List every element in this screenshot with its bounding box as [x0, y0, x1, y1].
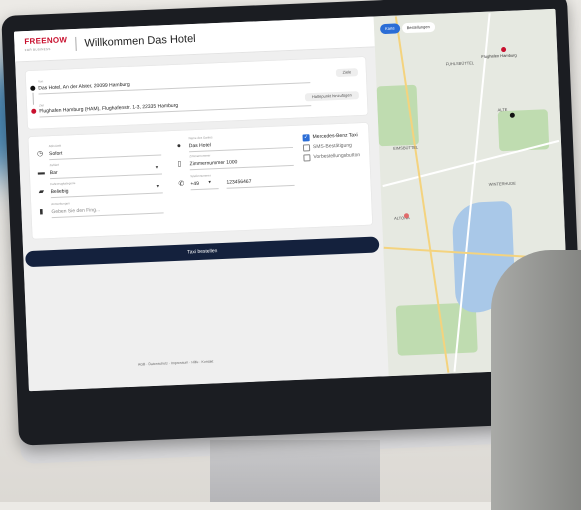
map-label: EIMSBÜTTEL [393, 144, 419, 151]
map-label: Flughafen Hamburg [481, 52, 517, 59]
map-label: FUHLSBÜTTEL [445, 60, 475, 67]
notes-label: Anmerkungen [51, 201, 70, 207]
time-underline [49, 154, 162, 161]
page-title: Willkommen Das Hotel [84, 32, 196, 50]
map-label: WINTERHUDE [488, 180, 516, 187]
mercedes-checkbox[interactable]: ✓ [302, 134, 310, 142]
time-field[interactable]: Sofort [49, 151, 63, 158]
header-divider [75, 36, 77, 51]
destination-pin-icon[interactable] [500, 46, 507, 53]
notes-field[interactable]: Geben Sie den Fing... [51, 207, 100, 215]
sms-option-label: SMS-Bestätigung [312, 142, 353, 151]
door-icon: ▯ [177, 160, 182, 168]
preorder-option-label: Vorbestellungsbutton [313, 152, 361, 161]
phone-prefix-select[interactable]: +49 [190, 181, 199, 187]
from-label: Von [37, 79, 44, 84]
details-card: ◷ Abholzeit Sofort ▬ Zahlart Bar ▾ ▰ Fah… [28, 122, 373, 239]
room-field[interactable]: Zimmernummer 1000 [189, 159, 237, 167]
brand-logo[interactable]: FREENOW FOR BUSINESS [24, 35, 68, 54]
car-icon: ▰ [38, 188, 45, 196]
payment-underline [50, 173, 163, 180]
wallet-icon: ▬ [37, 169, 45, 177]
vehicle-chevron-down-icon[interactable]: ▾ [156, 184, 159, 191]
route-connector [32, 92, 34, 105]
bookmark-icon: ▮ [39, 208, 44, 216]
time-label: Abholzeit [48, 143, 62, 149]
vehicle-label: Fahrzeugkategorie [50, 181, 76, 187]
origin-dot-icon [30, 85, 36, 91]
order-taxi-button[interactable]: Taxi bestellen [25, 236, 380, 268]
sms-checkbox[interactable] [302, 144, 311, 152]
room-label: Zimmernummer [189, 153, 211, 159]
preorder-checkbox[interactable] [303, 154, 311, 162]
tab-orders[interactable]: Bestellungen [401, 21, 435, 34]
phone-label: Telefonnummer [190, 173, 211, 179]
add-stop-button[interactable]: Haltepunkt hinzufügen [304, 91, 360, 102]
screen: FREENOW FOR BUSINESS Willkommen Das Hote… [13, 8, 571, 392]
vehicle-select[interactable]: Beliebig [51, 188, 69, 195]
monitor-stand [210, 440, 380, 502]
guest-label: Name des Gastes [188, 135, 213, 141]
payment-chevron-down-icon[interactable]: ▾ [156, 165, 159, 172]
to-label: Ziel [38, 103, 44, 108]
payment-select[interactable]: Bar [50, 170, 58, 176]
guest-field[interactable]: Das Hotel [189, 142, 211, 149]
destination-dot-icon [31, 108, 37, 114]
phone-icon: ✆ [178, 180, 185, 188]
map-label: ALTE [497, 106, 508, 113]
map-tabs: Karte Bestellungen [379, 21, 435, 35]
person-foreground [491, 250, 581, 510]
phone-underline [226, 184, 295, 189]
footer-links[interactable]: AGB · Datenschutz · Impressum · Hilfe · … [138, 359, 214, 366]
tab-map[interactable]: Karte [379, 23, 400, 35]
person-icon: ● [176, 142, 182, 150]
app-header: FREENOW FOR BUSINESS Willkommen Das Hote… [13, 16, 375, 63]
phone-prefix-chevron-down-icon[interactable]: ▾ [208, 179, 211, 186]
phone-prefix-underline [190, 188, 219, 191]
targets-button[interactable]: Ziele [335, 68, 359, 78]
mercedes-option-label: Mercedes-Benz Taxi [312, 132, 358, 141]
clock-icon: ◷ [36, 150, 44, 158]
phone-field[interactable]: 123456467 [226, 179, 251, 186]
route-card: Von Das Hotel, An der Alster, 20099 Hamb… [25, 56, 368, 130]
booking-app: FREENOW FOR BUSINESS Willkommen Das Hote… [13, 16, 389, 392]
payment-label: Zahlart [49, 162, 59, 168]
brand-subtitle: FOR BUSINESS [24, 47, 51, 53]
